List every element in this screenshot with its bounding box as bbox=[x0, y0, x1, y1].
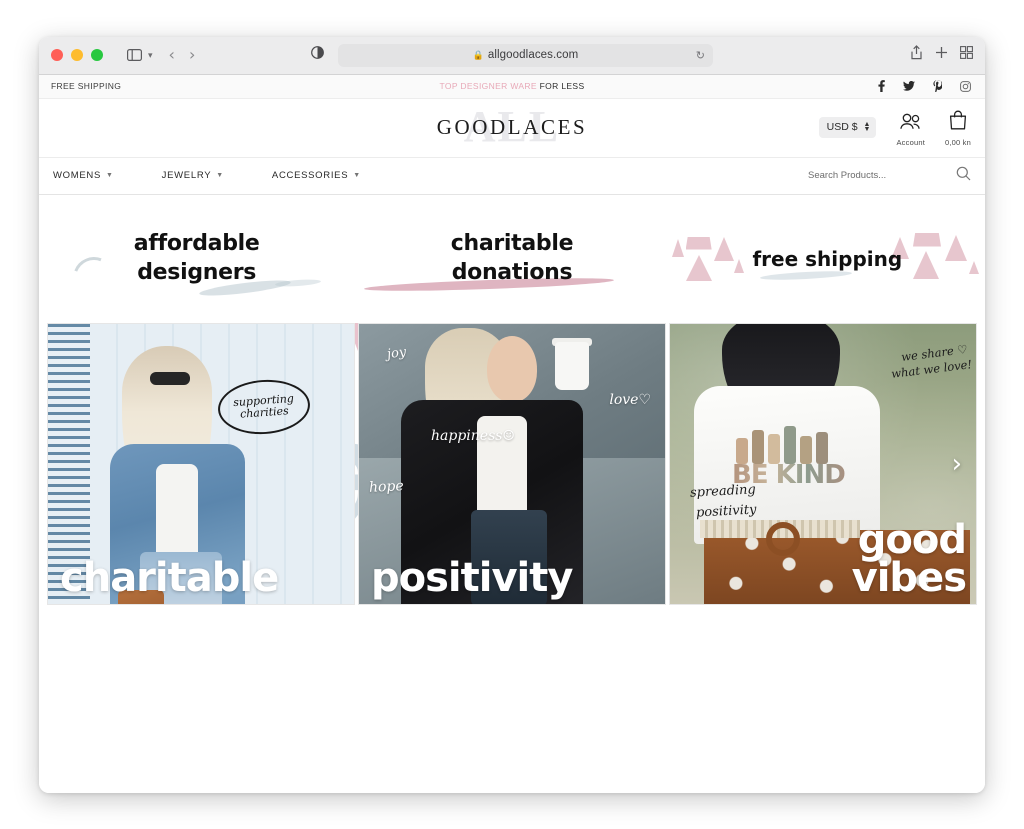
account-link[interactable]: Account bbox=[896, 113, 925, 147]
chevron-down-icon: ▼ bbox=[353, 172, 361, 179]
reader-mode-icon[interactable] bbox=[311, 46, 324, 64]
feature-line-1: free shipping bbox=[752, 246, 903, 271]
feature-line-1: charitable bbox=[450, 231, 574, 257]
search-icon[interactable] bbox=[956, 166, 971, 186]
carousel-slide-charitable[interactable]: supporting charities charitable bbox=[47, 322, 355, 605]
feature-line-2: donations bbox=[451, 259, 573, 285]
swoosh-decoration-2 bbox=[274, 277, 322, 288]
nav-items: WOMENS ▼ JEWELRY ▼ ACCESSORIES ▼ bbox=[53, 170, 361, 181]
sidebar-dropdown-icon[interactable]: ▾ bbox=[148, 50, 153, 61]
back-arrow-icon[interactable]: ‹ bbox=[169, 47, 175, 63]
logo-text: GOODLACES bbox=[436, 115, 588, 139]
feature-line-1: affordable bbox=[133, 231, 260, 257]
handwritten-note-positivity: positivity bbox=[695, 501, 757, 521]
page-viewport: FREE SHIPPING TOP DESIGNER WARE FOR LESS bbox=[39, 74, 985, 793]
account-label: Account bbox=[896, 137, 925, 147]
tab-overview-icon[interactable] bbox=[960, 46, 973, 64]
share-icon[interactable] bbox=[910, 45, 923, 65]
nav-label: JEWELRY bbox=[161, 170, 212, 181]
forward-arrow-icon[interactable]: › bbox=[189, 47, 195, 63]
header-utilities: USD $ ▲ ▼ Account 0,00 kn bbox=[818, 109, 971, 147]
maximize-window-button[interactable] bbox=[91, 49, 103, 61]
site-header: ALL GOODLACES USD $ ▲ ▼ Account 0,00 kn bbox=[39, 98, 985, 157]
search-input[interactable] bbox=[808, 170, 938, 181]
triangle-decoration bbox=[968, 260, 979, 274]
carousel-slide-good-vibes[interactable]: BE KIND we share ♡ what we love! spreadi… bbox=[669, 322, 977, 605]
main-navigation: WOMENS ▼ JEWELRY ▼ ACCESSORIES ▼ bbox=[39, 156, 985, 195]
navigation-arrows: ‹ › bbox=[169, 47, 196, 63]
handwritten-note-joy: joy bbox=[386, 344, 408, 362]
desktop-background: ▾ ‹ › 🔒 allgoodlaces.com ↻ FREE SHIPPING… bbox=[0, 0, 1024, 829]
minimize-window-button[interactable] bbox=[71, 49, 83, 61]
features-strip: affordable designers charitable donation… bbox=[39, 194, 985, 323]
handwritten-note-happiness: happiness☺ bbox=[431, 427, 515, 444]
currency-selector[interactable]: USD $ ▲ ▼ bbox=[818, 116, 877, 138]
announcement-rest: FOR LESS bbox=[536, 81, 585, 91]
announcement-bar: FREE SHIPPING TOP DESIGNER WARE FOR LESS bbox=[39, 74, 985, 99]
twitter-icon[interactable] bbox=[903, 81, 915, 91]
instagram-icon[interactable] bbox=[960, 80, 971, 92]
sidebar-controls: ▾ bbox=[121, 43, 153, 67]
handwritten-note-love: love♡ bbox=[609, 391, 651, 408]
reload-icon[interactable]: ↻ bbox=[696, 49, 705, 62]
chevron-down-icon: ▼ bbox=[106, 172, 114, 179]
announcement-highlight: TOP DESIGNER WARE bbox=[439, 81, 537, 91]
chevron-down-icon: ▼ bbox=[216, 172, 224, 179]
feature-line-2: designers bbox=[137, 259, 257, 285]
note-line-2: charities bbox=[239, 403, 290, 421]
slide-caption: charitable bbox=[60, 555, 279, 602]
arc-decoration bbox=[66, 249, 122, 306]
toolbar-right-actions bbox=[910, 45, 973, 65]
carousel-slide-positivity[interactable]: joy happiness☺ love♡ hope positivity bbox=[358, 322, 666, 605]
nav-item-accessories[interactable]: ACCESSORIES ▼ bbox=[272, 170, 361, 181]
social-links bbox=[878, 80, 971, 92]
slide-caption-line-2: vibes bbox=[851, 555, 967, 602]
currency-stepper-icon[interactable]: ▲ ▼ bbox=[864, 121, 871, 133]
shopping-bag-icon bbox=[947, 109, 969, 136]
carousel-next-button[interactable]: › bbox=[952, 451, 962, 477]
triangle-decoration bbox=[713, 236, 734, 261]
sidebar-toggle-icon[interactable] bbox=[121, 43, 147, 67]
triangle-decoration bbox=[944, 234, 967, 261]
browser-window: ▾ ‹ › 🔒 allgoodlaces.com ↻ FREE SHIPPING… bbox=[39, 36, 985, 793]
slide-caption-line-1: good bbox=[857, 516, 967, 563]
feature-free-shipping: free shipping bbox=[670, 195, 985, 323]
cart-link[interactable]: 0,00 kn bbox=[945, 109, 971, 147]
nav-label: WOMENS bbox=[53, 170, 102, 181]
trapezoid-decoration bbox=[685, 236, 712, 250]
search-area bbox=[808, 166, 971, 186]
browser-titlebar: ▾ ‹ › 🔒 allgoodlaces.com ↻ bbox=[39, 36, 985, 75]
currency-value: USD $ bbox=[826, 121, 858, 133]
trapezoid-decoration bbox=[912, 232, 941, 247]
triangle-decoration bbox=[733, 258, 744, 273]
announcement-center-text: TOP DESIGNER WARE FOR LESS bbox=[39, 81, 985, 91]
nav-label: ACCESSORIES bbox=[271, 170, 349, 181]
slide-caption: good vibes bbox=[851, 516, 967, 602]
triangle-decoration bbox=[671, 238, 684, 257]
pinterest-icon[interactable] bbox=[933, 80, 942, 92]
slide-caption: positivity bbox=[371, 555, 573, 602]
close-window-button[interactable] bbox=[51, 49, 63, 61]
cart-total: 0,00 kn bbox=[944, 137, 971, 147]
hero-carousel: positivity a ol bbox=[39, 322, 985, 605]
plus-icon[interactable] bbox=[935, 46, 948, 64]
handwritten-note-spreading: spreading bbox=[689, 481, 757, 501]
url-text: allgoodlaces.com bbox=[487, 49, 579, 61]
feature-charitable-donations: charitable donations bbox=[354, 195, 669, 323]
nav-item-jewelry[interactable]: JEWELRY ▼ bbox=[162, 170, 224, 181]
window-controls bbox=[51, 49, 103, 61]
lock-icon: 🔒 bbox=[472, 49, 484, 60]
facebook-icon[interactable] bbox=[878, 80, 885, 92]
triangle-decoration bbox=[685, 254, 712, 281]
carousel-slides: supporting charities charitable joy happ… bbox=[39, 322, 985, 605]
account-icon bbox=[899, 113, 923, 136]
triangle-decoration bbox=[912, 250, 939, 279]
handwritten-note-hope: hope bbox=[368, 477, 405, 496]
swoosh-decoration bbox=[759, 269, 852, 281]
url-bar[interactable]: 🔒 allgoodlaces.com ↻ bbox=[338, 43, 713, 67]
nav-item-womens[interactable]: WOMENS ▼ bbox=[53, 170, 114, 181]
feature-affordable-designers: affordable designers bbox=[39, 195, 354, 323]
